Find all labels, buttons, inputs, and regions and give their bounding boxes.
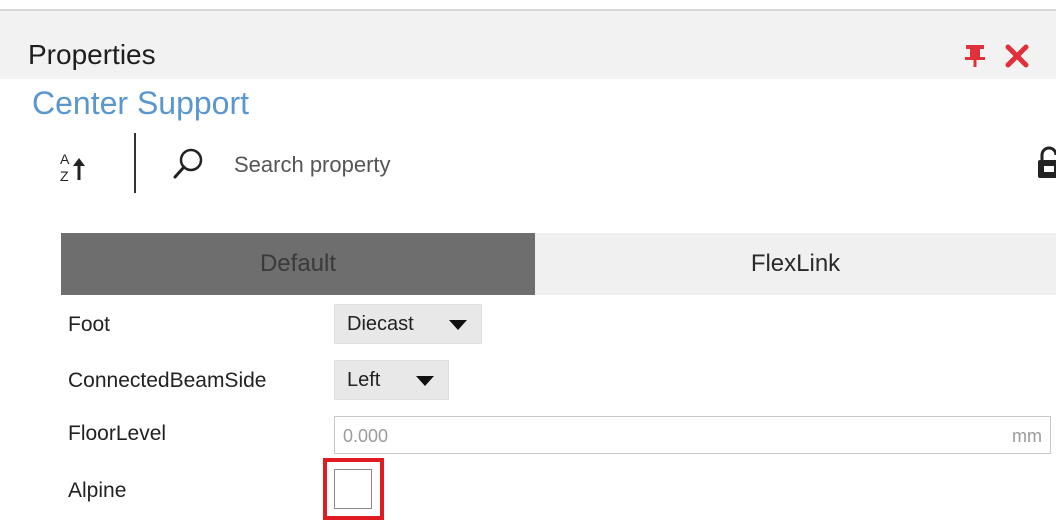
foot-dropdown-value: Diecast: [347, 312, 414, 335]
property-label-foot: Foot: [68, 313, 111, 336]
toolbar-divider: [134, 133, 136, 193]
floor-level-unit: mm: [1012, 426, 1042, 446]
property-row-connected-beam-side: ConnectedBeamSide Left: [0, 355, 1056, 411]
property-row-alpine: Alpine: [0, 462, 1056, 518]
property-label-alpine: Alpine: [68, 479, 127, 502]
floor-level-value: 0.000: [343, 426, 389, 446]
panel-title: Properties: [28, 39, 156, 70]
close-icon[interactable]: [1003, 42, 1031, 70]
foot-dropdown[interactable]: Diecast: [334, 304, 482, 344]
connected-beam-side-dropdown-value: Left: [347, 368, 381, 391]
sort-az-button[interactable]: A Z: [58, 146, 118, 186]
connected-beam-side-dropdown[interactable]: Left: [334, 360, 449, 400]
search-icon: [171, 147, 205, 181]
floor-level-field[interactable]: 0.000 mm: [334, 416, 1051, 454]
chevron-down-icon: [449, 320, 467, 330]
object-name: Center Support: [32, 85, 250, 121]
svg-text:Z: Z: [60, 168, 69, 184]
chevron-down-icon: [416, 376, 434, 386]
svg-text:A: A: [60, 151, 70, 167]
panel-header: Properties: [0, 11, 1056, 79]
property-label-connected-beam-side: ConnectedBeamSide: [68, 369, 267, 392]
alpine-checkbox[interactable]: [334, 469, 372, 509]
sort-az-icon: A Z: [60, 151, 85, 184]
property-row-foot: Foot Diecast: [0, 299, 1056, 355]
tab-default[interactable]: Default: [61, 233, 535, 295]
pin-icon[interactable]: [962, 42, 988, 68]
search-input[interactable]: [226, 146, 602, 184]
tab-flexlink[interactable]: FlexLink: [535, 233, 1056, 295]
property-label-floor-level: FloorLevel: [68, 422, 167, 445]
lock-icon[interactable]: [1036, 146, 1056, 180]
